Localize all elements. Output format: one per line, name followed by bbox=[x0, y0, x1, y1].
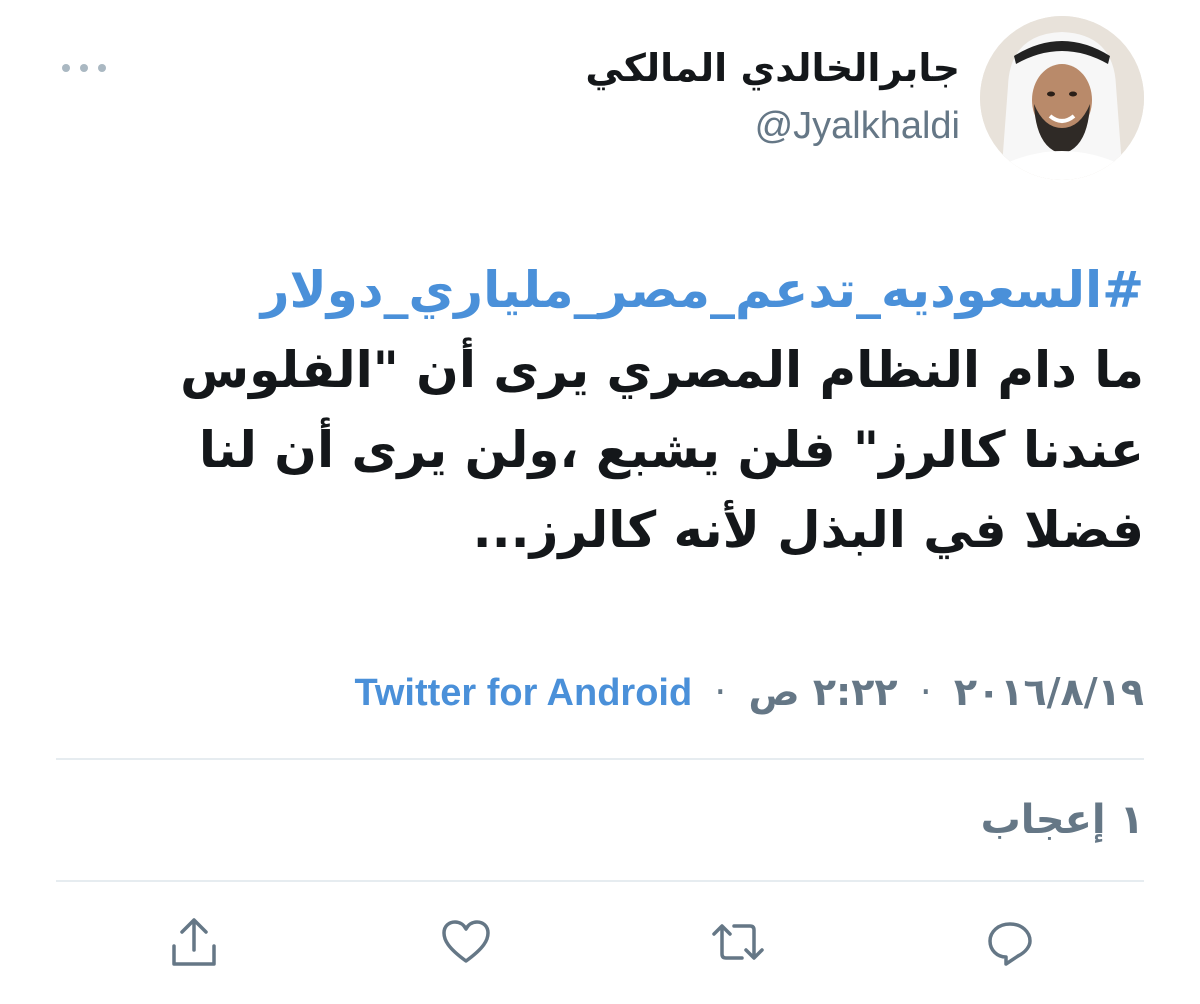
hashtag-link[interactable]: #السعوديه_تدعم_مصر_ملياري_دولار bbox=[144, 250, 1144, 330]
tweet-time[interactable]: ٢:٢٢ ص bbox=[748, 670, 897, 714]
heart-icon bbox=[442, 920, 490, 963]
tweet-line: عندنا كالرز" فلن يشبع ،ولن يرى أن لنا bbox=[198, 421, 1144, 479]
divider bbox=[56, 758, 1144, 760]
likes-count[interactable]: ١ إعجاب bbox=[981, 790, 1144, 850]
meta-separator: · bbox=[714, 670, 727, 714]
tweet-text: #السعوديه_تدعم_مصر_ملياري_دولار ما دام ا… bbox=[144, 250, 1144, 570]
divider bbox=[56, 880, 1144, 882]
dot bbox=[62, 64, 70, 72]
tweet-line: ما دام النظام المصري يرى أن "الفلوس bbox=[180, 341, 1144, 399]
meta-separator: · bbox=[919, 670, 932, 714]
tweet-meta: ٢٠١٦/٨/١٩ · ٢:٢٢ ص · Twitter for Android bbox=[44, 662, 1144, 723]
retweet-icon bbox=[712, 924, 764, 960]
retweet-button[interactable] bbox=[706, 910, 770, 974]
author-display-name[interactable]: جابرالخالدي المالكي bbox=[260, 40, 960, 96]
share-button[interactable] bbox=[162, 910, 226, 974]
dot bbox=[98, 64, 106, 72]
tweet-line: فضلا في البذل لأنه كالرز... bbox=[472, 501, 1144, 559]
avatar-image bbox=[980, 16, 1144, 180]
avatar[interactable] bbox=[980, 16, 1144, 180]
tweet-date[interactable]: ٢٠١٦/٨/١٩ bbox=[954, 670, 1144, 714]
like-button[interactable] bbox=[434, 910, 498, 974]
more-options-icon[interactable] bbox=[62, 56, 106, 80]
dot bbox=[80, 64, 88, 72]
reply-button[interactable] bbox=[978, 910, 1042, 974]
tweet-source-link[interactable]: Twitter for Android bbox=[354, 672, 692, 714]
action-bar bbox=[0, 910, 1200, 980]
tweet-detail: جابرالخالدي المالكي @Jyalkhaldi #السعودي… bbox=[0, 0, 1200, 1004]
author-block[interactable]: جابرالخالدي المالكي @Jyalkhaldi bbox=[260, 40, 960, 152]
share-icon bbox=[172, 918, 216, 966]
author-handle[interactable]: @Jyalkhaldi bbox=[260, 100, 960, 152]
reply-icon bbox=[988, 922, 1032, 966]
